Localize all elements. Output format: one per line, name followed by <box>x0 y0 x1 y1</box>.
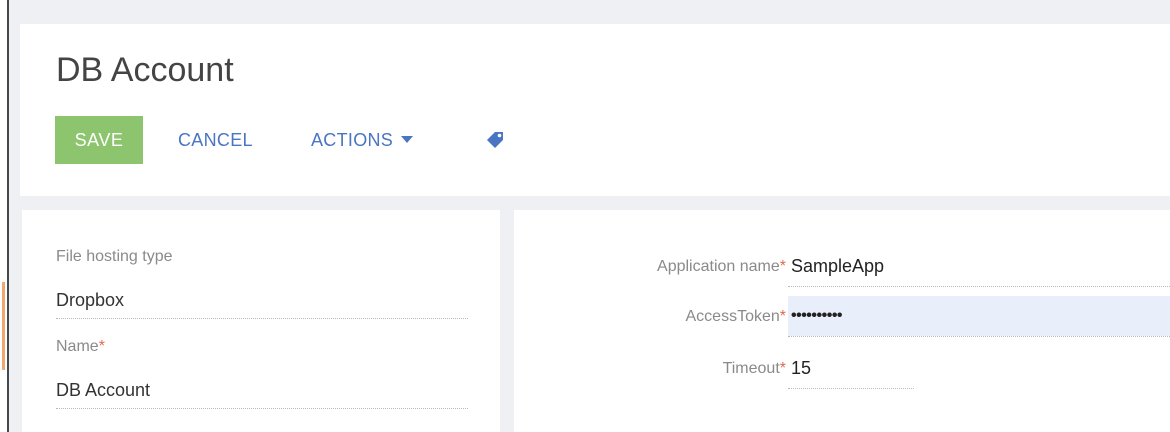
name-label: Name* <box>56 338 105 356</box>
page-header: DB Account SAVE CANCEL ACTIONS <box>20 24 1170 196</box>
left-panel: File hosting type Dropbox Name* DB Accou… <box>22 210 500 432</box>
required-mark: * <box>779 360 786 377</box>
actions-label: ACTIONS <box>311 130 394 150</box>
name-field[interactable]: DB Account <box>56 378 150 402</box>
access-token-value: •••••••••• <box>791 307 843 324</box>
access-token-underline <box>788 336 1170 337</box>
required-mark: * <box>98 338 105 355</box>
file-hosting-type-underline <box>56 318 468 319</box>
left-edge-strip <box>0 0 9 432</box>
application-name-underline <box>788 286 1170 287</box>
required-mark: * <box>779 308 786 325</box>
file-hosting-type-label: File hosting type <box>56 248 173 265</box>
access-token-label: AccessToken* <box>524 308 787 326</box>
timeout-label: Timeout* <box>524 360 786 378</box>
save-button[interactable]: SAVE <box>55 116 143 164</box>
right-panel: Application name* SampleApp AccessToken*… <box>514 210 1170 432</box>
access-token-field[interactable]: •••••••••• <box>788 296 1170 336</box>
cancel-button[interactable]: CANCEL <box>178 116 253 164</box>
file-hosting-type-field[interactable]: Dropbox <box>56 288 124 312</box>
name-underline <box>56 408 468 409</box>
page-title: DB Account <box>56 51 234 89</box>
timeout-underline <box>788 388 914 389</box>
application-name-field[interactable]: SampleApp <box>788 246 1170 286</box>
application-name-label-text: Application name <box>657 258 780 275</box>
access-token-label-text: AccessToken <box>685 308 780 325</box>
actions-button[interactable]: ACTIONS <box>311 116 414 164</box>
tag-icon <box>484 132 506 155</box>
timeout-label-text: Timeout <box>722 360 780 377</box>
application-name-label: Application name* <box>524 258 786 276</box>
tag-button[interactable] <box>484 130 506 152</box>
timeout-field[interactable]: 15 <box>788 348 914 388</box>
left-edge-accent <box>2 282 5 370</box>
name-label-text: Name <box>56 338 99 355</box>
required-mark: * <box>779 258 786 275</box>
caret-down-icon <box>401 135 414 143</box>
